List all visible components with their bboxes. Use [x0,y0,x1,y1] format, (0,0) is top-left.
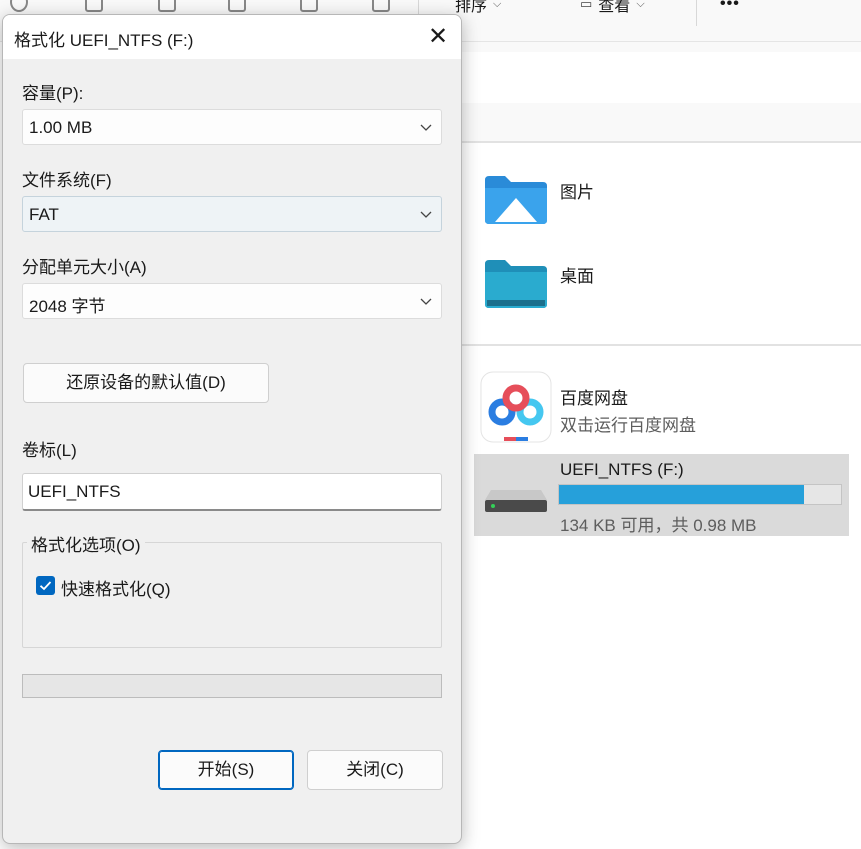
allocation-size-select[interactable]: 2048 字节 [22,283,442,319]
capacity-value: 1.00 MB [29,118,93,137]
sort-button[interactable]: 排序 ⌵ [455,0,501,15]
rename-icon[interactable] [228,0,246,12]
filesystem-value: FAT [29,205,59,224]
view-icon: ▭ [580,0,593,11]
format-options-legend: 格式化选项(O) [27,531,145,556]
drive-usage-bar [558,484,842,505]
filesystem-select[interactable]: FAT [22,196,442,232]
drive-name: UEFI_NTFS (F:) [560,460,684,479]
close-icon[interactable]: ✕ [423,22,453,52]
desktop-folder-icon [485,260,547,308]
delete-icon[interactable] [372,0,390,12]
close-button[interactable]: 关闭(C) [307,750,443,790]
chevron-down-icon [420,298,432,305]
format-dialog: 格式化 UEFI_NTFS (F:) ✕ 容量(P): 1.00 MB 文件系统… [2,14,462,844]
folder-name-desktop: 桌面 [560,267,594,286]
allocation-size-label: 分配单元大小(A) [22,258,147,277]
capacity-select[interactable]: 1.00 MB [22,109,442,145]
view-label: 查看 [598,0,631,15]
folder-name-pictures: 图片 [560,183,594,202]
volume-label-value: UEFI_NTFS [28,482,121,501]
quick-format-checkbox[interactable] [36,576,55,595]
filesystem-label: 文件系统(F) [22,171,112,190]
more-options-label: ••• [720,0,740,12]
baidu-netdisk-icon [480,371,552,443]
sort-label: 排序 [455,0,488,15]
share-icon[interactable] [10,0,28,12]
app-subtitle: 双击运行百度网盘 [560,416,696,435]
dialog-titlebar[interactable]: 格式化 UEFI_NTFS (F:) ✕ [3,15,461,59]
chevron-down-icon [420,211,432,218]
start-button[interactable]: 开始(S) [158,750,294,790]
share-arrow-icon[interactable] [300,0,318,12]
drive-space-text: 134 KB 可用，共 0.98 MB [560,516,757,535]
quick-format-label[interactable]: 快速格式化(Q) [61,575,171,600]
dialog-title: 格式化 UEFI_NTFS (F:) [14,31,194,50]
more-options-button[interactable]: ••• [720,0,740,15]
copy-icon[interactable] [85,0,103,12]
format-progress-bar [22,674,442,698]
filter-bar-area [462,103,861,141]
checkmark-icon [39,581,52,591]
section-divider [462,141,861,143]
pictures-folder-icon [485,176,547,224]
drive-usage-fill [559,485,805,504]
chevron-down-icon [420,124,432,131]
section-divider [462,344,861,346]
paste-icon[interactable] [158,0,176,12]
volume-label-label: 卷标(L) [22,441,77,460]
drive-icon [485,490,547,512]
app-name: 百度网盘 [560,389,628,408]
chevron-down-icon: ⌵ [636,0,645,10]
capacity-label: 容量(P): [22,84,84,103]
volume-label-input[interactable]: UEFI_NTFS [22,473,442,511]
restore-defaults-button[interactable]: 还原设备的默认值(D) [23,363,269,403]
allocation-size-value: 2048 字节 [29,297,106,316]
address-bar-area [462,42,861,52]
toolbar-divider [696,0,697,26]
view-button[interactable]: ▭ 查看 ⌵ [580,0,645,15]
chevron-down-icon: ⌵ [493,0,502,10]
